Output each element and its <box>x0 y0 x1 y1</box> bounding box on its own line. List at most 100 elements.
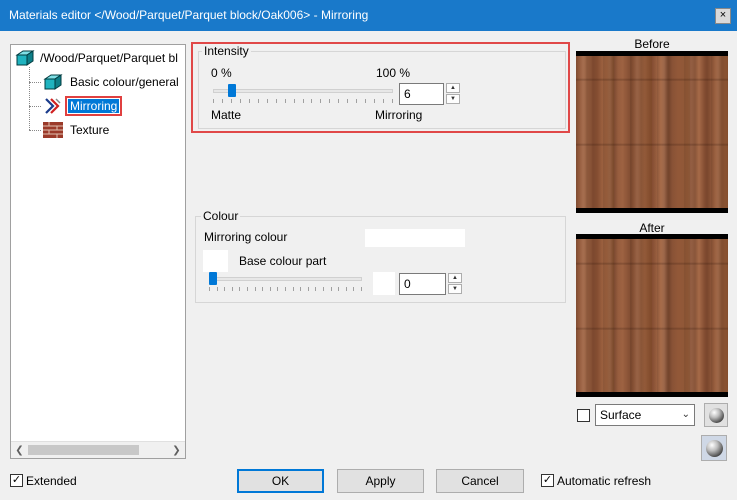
scroll-left-icon[interactable]: ❮ <box>12 443 27 458</box>
apply-button[interactable]: Apply <box>337 469 424 493</box>
slider-tick <box>374 99 375 103</box>
slider-tick <box>353 287 354 291</box>
slider-tick <box>270 287 271 291</box>
base-colour-value-input[interactable]: 0 <box>399 273 446 295</box>
mirroring-colour-swatch[interactable] <box>365 229 465 247</box>
base-colour-slider-thumb[interactable] <box>209 272 217 285</box>
slider-tick <box>258 99 259 103</box>
spin-down-icon[interactable]: ▼ <box>448 284 462 294</box>
base-colour-swatch[interactable] <box>203 250 228 272</box>
intensity-max-label: 100 % <box>376 66 411 80</box>
base-colour-slider-track[interactable] <box>209 277 362 281</box>
close-button[interactable]: × <box>715 8 731 24</box>
mirroring-icon <box>45 98 61 114</box>
base-colour-part-swatch[interactable] <box>373 272 395 295</box>
tree-item-label: Texture <box>70 123 110 137</box>
slider-tick <box>338 287 339 291</box>
spin-down-icon[interactable]: ▼ <box>446 94 460 104</box>
slider-tick <box>308 287 309 291</box>
cube-icon <box>15 50 35 66</box>
extended-checkbox[interactable]: ✓ <box>10 474 23 487</box>
intensity-slider-thumb[interactable] <box>227 84 236 97</box>
slider-tick <box>277 287 278 291</box>
slider-tick <box>222 99 223 103</box>
auto-refresh-label: Automatic refresh <box>557 474 652 488</box>
slider-tick <box>303 99 304 103</box>
slider-tick <box>346 287 347 291</box>
extended-label: Extended <box>26 474 77 488</box>
tree-horizontal-scrollbar[interactable]: ❮ ❯ <box>11 441 185 458</box>
after-preview <box>576 234 728 397</box>
sphere-preview-button[interactable] <box>704 403 728 427</box>
slider-tick <box>300 287 301 291</box>
slider-tick <box>239 287 240 291</box>
intensity-slider-ticks <box>213 99 393 104</box>
intensity-value-input[interactable]: 6 <box>399 83 444 105</box>
slider-tick <box>331 287 332 291</box>
surface-checkbox[interactable] <box>577 409 590 422</box>
slider-tick <box>232 287 233 291</box>
slider-tick <box>323 287 324 291</box>
sphere-icon <box>706 440 723 457</box>
before-label: Before <box>634 37 670 51</box>
tree-item-mirroring[interactable]: Mirroring <box>64 96 123 116</box>
ok-button[interactable]: OK <box>237 469 324 493</box>
spin-up-icon[interactable]: ▲ <box>448 273 462 283</box>
scrollbar-thumb[interactable] <box>28 445 139 455</box>
title-bar: Materials editor </Wood/Parquet/Parquet … <box>0 0 737 31</box>
after-label: After <box>639 221 665 235</box>
tree-item-label: Mirroring <box>64 96 123 116</box>
slider-tick <box>262 287 263 291</box>
slider-tick <box>247 287 248 291</box>
slider-tick <box>365 99 366 103</box>
slider-tick <box>347 99 348 103</box>
intensity-spinner[interactable]: ▲ ▼ <box>446 83 460 105</box>
intensity-min-label: 0 % <box>211 66 232 80</box>
slider-tick <box>285 287 286 291</box>
slider-tick <box>209 287 210 291</box>
slider-tick <box>240 99 241 103</box>
slider-tick <box>213 99 214 103</box>
slider-tick <box>320 99 321 103</box>
slider-tick <box>392 99 393 103</box>
wood-texture-image <box>576 239 728 392</box>
surface-select[interactable]: Surface ⌄ <box>595 404 695 426</box>
tree-connector <box>29 67 30 130</box>
surface-select-value: Surface <box>600 408 642 422</box>
base-colour-slider-ticks <box>209 287 362 292</box>
cancel-button[interactable]: Cancel <box>436 469 524 493</box>
slider-tick <box>338 99 339 103</box>
slider-tick <box>267 99 268 103</box>
slider-tick <box>311 99 312 103</box>
intensity-slider-track[interactable] <box>213 89 393 93</box>
tree-root-item[interactable]: /Wood/Parquet/Parquet bl <box>40 49 178 67</box>
slider-tick <box>293 287 294 291</box>
slider-tick <box>224 287 225 291</box>
slider-tick <box>315 287 316 291</box>
material-tree[interactable]: /Wood/Parquet/Parquet bl Basic colour/ge… <box>10 44 186 459</box>
sphere-render-button[interactable] <box>701 435 727 461</box>
tree-item-basic-colour[interactable]: Basic colour/general <box>70 73 179 91</box>
slider-tick <box>276 99 277 103</box>
slider-tick <box>383 99 384 103</box>
slider-tick <box>217 287 218 291</box>
scroll-right-icon[interactable]: ❯ <box>169 443 184 458</box>
window-title: Materials editor </Wood/Parquet/Parquet … <box>9 8 369 22</box>
base-colour-part-label: Base colour part <box>239 254 327 268</box>
tree-connector <box>29 130 41 131</box>
colour-legend: Colour <box>201 209 241 223</box>
slider-tick <box>356 99 357 103</box>
slider-tick <box>231 99 232 103</box>
brick-texture-icon <box>43 122 63 138</box>
slider-tick <box>361 287 362 291</box>
base-colour-spinner[interactable]: ▲ ▼ <box>448 273 462 295</box>
slider-tick <box>285 99 286 103</box>
cube-icon <box>43 74 63 90</box>
spin-up-icon[interactable]: ▲ <box>446 83 460 93</box>
auto-refresh-checkbox[interactable]: ✓ <box>541 474 554 487</box>
sphere-icon <box>709 408 724 423</box>
wood-texture-image <box>576 56 728 208</box>
slider-tick <box>249 99 250 103</box>
intensity-right-caption: Mirroring <box>375 108 423 122</box>
tree-item-texture[interactable]: Texture <box>70 121 109 139</box>
